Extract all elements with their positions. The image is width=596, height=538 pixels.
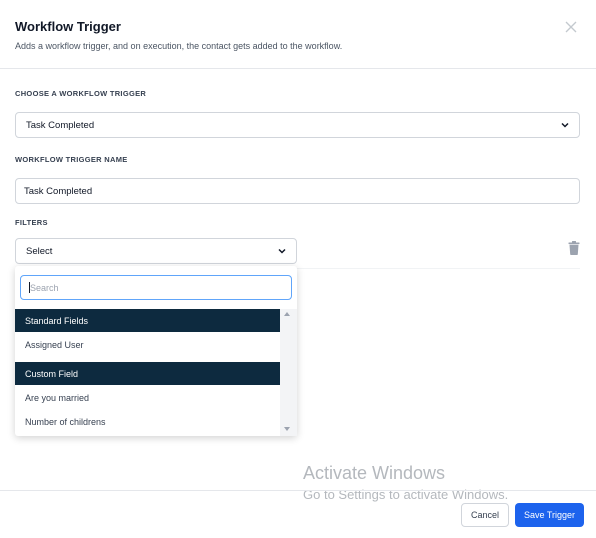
trigger-name-input[interactable]: Task Completed (15, 178, 580, 204)
trigger-name-value: Task Completed (24, 185, 93, 197)
activate-windows-title: Activate Windows (303, 463, 446, 483)
trigger-select-label: CHOOSE A WORKFLOW TRIGGER (15, 89, 147, 98)
scroll-down-arrow-icon[interactable] (284, 427, 290, 431)
dropdown-options-list: Standard Fields Assigned User Custom Fie… (15, 309, 280, 436)
close-icon[interactable] (564, 20, 578, 34)
scroll-up-arrow-icon[interactable] (284, 312, 290, 316)
modal-title: Workflow Trigger (15, 19, 121, 34)
chevron-down-icon (278, 248, 286, 254)
workflow-trigger-modal: Workflow Trigger Adds a workflow trigger… (0, 0, 596, 538)
search-placeholder: Search (30, 282, 59, 293)
trash-icon[interactable] (568, 241, 580, 255)
save-trigger-button[interactable]: Save Trigger (515, 503, 584, 527)
filter-field-select[interactable]: Select (15, 238, 297, 264)
modal-subtitle: Adds a workflow trigger, and on executio… (15, 41, 343, 51)
trigger-name-label: WORKFLOW TRIGGER NAME (15, 155, 128, 164)
dropdown-search-input[interactable]: Search (20, 275, 292, 300)
group-header-standard-fields: Standard Fields (15, 309, 280, 332)
footer-divider (0, 490, 596, 491)
chevron-down-icon (561, 122, 569, 128)
dropdown-scrollbar[interactable] (280, 309, 297, 436)
filter-select-value: Select (26, 245, 53, 257)
trigger-select-value: Task Completed (26, 119, 95, 131)
trigger-select[interactable]: Task Completed (15, 112, 580, 138)
option-number-of-childrens[interactable]: Number of childrens (15, 410, 280, 434)
option-are-you-married[interactable]: Are you married (15, 386, 280, 410)
group-header-custom-field: Custom Field (15, 362, 280, 385)
cancel-button[interactable]: Cancel (461, 503, 509, 527)
modal-header: Workflow Trigger Adds a workflow trigger… (0, 0, 596, 69)
filters-label: FILTERS (15, 218, 48, 227)
filter-field-dropdown: Search Standard Fields Assigned User Cus… (15, 266, 297, 436)
option-assigned-user[interactable]: Assigned User (15, 333, 280, 357)
